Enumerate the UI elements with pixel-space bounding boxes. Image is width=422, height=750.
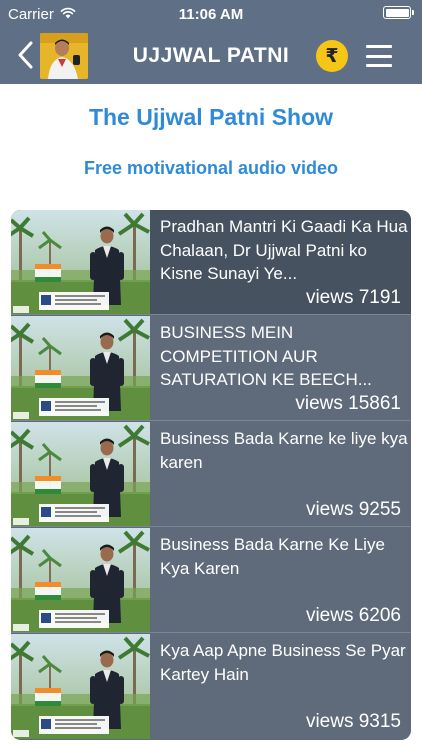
- list-item[interactable]: Kya Aap Apne Business Se Pyar Kartey Hai…: [11, 634, 411, 739]
- battery-tip: [412, 10, 414, 15]
- page-title: UJJWAL PATNI: [132, 44, 290, 67]
- video-title: BUSINESS MEIN COMPETITION AUR SATURATION…: [160, 323, 372, 389]
- show-title: The Ujjwal Patni Show: [88, 104, 334, 130]
- video-thumbnail: [11, 316, 150, 421]
- video-views: views 7191: [305, 287, 401, 308]
- video-title: Business Bada Karne Ke Liye Kya Karen: [160, 535, 385, 578]
- battery-icon: [383, 6, 411, 19]
- video-views: views 9255: [305, 499, 401, 520]
- rupee-button[interactable]: ₹: [316, 40, 348, 72]
- rupee-icon: ₹: [325, 45, 339, 67]
- list-item[interactable]: Business Bada Karne Ke Liye Kya Karen vi…: [11, 528, 411, 633]
- video-title: Pradhan Mantri Ki Gaadi Ka Hua Chalaan, …: [160, 217, 408, 283]
- video-title: Kya Aap Apne Business Se Pyar Kartey Hai…: [160, 641, 406, 684]
- status-time: 11:06 AM: [178, 6, 244, 23]
- video-thumbnail: [11, 422, 150, 527]
- hamburger-menu-icon[interactable]: [366, 43, 392, 69]
- video-thumbnail: [11, 210, 150, 315]
- video-views: views 9315: [305, 711, 401, 732]
- video-thumbnail: [11, 528, 150, 633]
- divider: [11, 314, 411, 315]
- subtitle: Free motivational audio video: [83, 158, 339, 178]
- nav-bar: UJJWAL PATNI ₹: [0, 30, 422, 84]
- status-bar: Carrier 11:06 AM: [0, 0, 422, 30]
- video-views: views 15861: [295, 393, 401, 414]
- video-thumbnail: [11, 634, 150, 739]
- list-item[interactable]: Pradhan Mantri Ki Gaadi Ka Hua Chalaan, …: [11, 210, 411, 315]
- list-item[interactable]: Business Bada Karne ke liye kya karen vi…: [11, 422, 411, 527]
- video-title: Business Bada Karne ke liye kya karen: [160, 429, 408, 472]
- video-views: views 6206: [305, 605, 401, 626]
- video-list: Pradhan Mantri Ki Gaadi Ka Hua Chalaan, …: [11, 210, 411, 740]
- divider: [11, 632, 411, 633]
- status-right: [383, 6, 414, 19]
- divider: [11, 420, 411, 421]
- list-item[interactable]: BUSINESS MEIN COMPETITION AUR SATURATION…: [11, 316, 411, 421]
- divider: [11, 526, 411, 527]
